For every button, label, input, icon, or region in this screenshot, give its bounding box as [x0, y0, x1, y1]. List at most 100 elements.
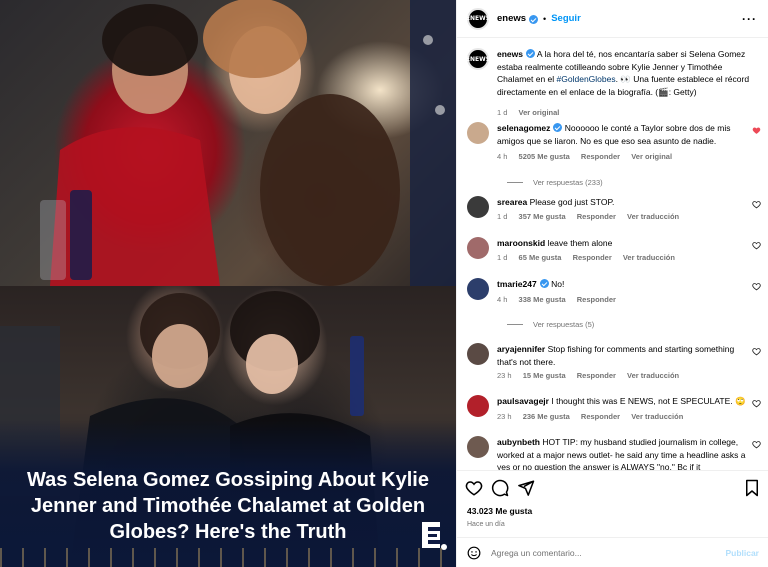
- post-media[interactable]: Was Selena Gomez Gossiping About Kylie J…: [0, 0, 456, 567]
- heart-filled-icon[interactable]: [752, 126, 761, 135]
- post-time: Hace un día: [467, 521, 505, 528]
- comment-username[interactable]: aubynbeth: [497, 437, 540, 447]
- likes-count[interactable]: 43.023 Me gusta: [467, 506, 532, 516]
- comment-likes[interactable]: 357 Me gusta: [519, 212, 566, 221]
- comment-likes[interactable]: 15 Me gusta: [523, 371, 566, 380]
- comment-avatar[interactable]: [467, 343, 489, 365]
- caption-avatar-text: ENEWS: [465, 55, 491, 63]
- comment-item: aryajennifer Stop fishing for comments a…: [467, 343, 763, 387]
- comment-time: 1 d: [497, 253, 508, 262]
- heart-outline-icon[interactable]: [752, 200, 761, 209]
- action-icons: [465, 479, 535, 497]
- see-translation-link[interactable]: Ver traducción: [623, 253, 675, 262]
- reply-button[interactable]: Responder: [581, 412, 620, 421]
- view-replies-label[interactable]: Ver respuestas (5): [533, 320, 594, 329]
- comment-meta: 23 h 15 Me gusta Responder Ver traducció…: [497, 371, 688, 380]
- heart-outline-icon[interactable]: [752, 347, 761, 356]
- view-replies[interactable]: Ver respuestas (233): [507, 178, 603, 187]
- comment-likes[interactable]: 5205 Me gusta: [519, 152, 570, 161]
- comment-meta: 1 d 65 Me gusta Responder Ver traducción: [497, 253, 684, 262]
- like-icon[interactable]: [465, 479, 483, 497]
- heart-outline-icon[interactable]: [752, 399, 761, 408]
- comment-time: 4 h: [497, 152, 508, 161]
- see-translation-link[interactable]: Ver traducción: [627, 371, 679, 380]
- comment-meta: 4 h 5205 Me gusta Responder Ver original: [497, 152, 681, 161]
- comment-item: aubynbeth HOT TIP: my husband studied jo…: [467, 436, 763, 470]
- comment-avatar[interactable]: [467, 278, 489, 300]
- caption-avatar[interactable]: ENEWS: [465, 48, 491, 70]
- comment-avatar[interactable]: [467, 237, 489, 259]
- comment-meta: 4 h 338 Me gusta Responder: [497, 295, 625, 304]
- comment-likes[interactable]: 236 Me gusta: [523, 412, 570, 421]
- comment-body: I thought this was E NEWS, not E SPECULA…: [551, 396, 746, 406]
- reply-button[interactable]: Responder: [581, 152, 620, 161]
- caption-username[interactable]: enews: [497, 49, 523, 59]
- share-icon[interactable]: [517, 479, 535, 497]
- post-header: ENEWS enews • Seguir ···: [457, 0, 768, 38]
- comments-list[interactable]: ENEWS enews A la hora del té, nos encant…: [457, 38, 768, 470]
- comment-text: srearea Please god just STOP.: [497, 196, 751, 209]
- comment-text: aubynbeth HOT TIP: my husband studied jo…: [497, 436, 751, 470]
- verified-icon: [539, 279, 549, 288]
- publish-button[interactable]: Publicar: [725, 548, 759, 558]
- comment-item: selenagomez Noooooo le conté a Taylor so…: [467, 122, 763, 204]
- comment-icon[interactable]: [491, 479, 509, 497]
- comment-likes[interactable]: 65 Me gusta: [519, 253, 562, 262]
- see-original-link[interactable]: Ver original: [631, 152, 672, 161]
- comment-text: tmarie247 No!: [497, 278, 751, 291]
- reply-button[interactable]: Responder: [577, 371, 616, 380]
- media-headline: Was Selena Gomez Gossiping About Kylie J…: [27, 469, 429, 543]
- comment-text: paulsavagejr I thought this was E NEWS, …: [497, 395, 751, 408]
- comment-avatar[interactable]: [467, 436, 489, 458]
- reply-button[interactable]: Responder: [577, 295, 616, 304]
- comment-body: No!: [551, 279, 565, 289]
- comment-username[interactable]: paulsavagejr: [497, 396, 549, 406]
- author-avatar[interactable]: ENEWS: [466, 7, 490, 30]
- comment-avatar[interactable]: [467, 196, 489, 218]
- see-translation-link[interactable]: Ver traducción: [627, 212, 679, 221]
- caption-meta: 1 d Ver original: [497, 108, 568, 117]
- photo-top: [0, 0, 456, 286]
- reply-button[interactable]: Responder: [573, 253, 612, 262]
- view-replies-label[interactable]: Ver respuestas (233): [533, 178, 603, 187]
- see-translation-link[interactable]: Ver traducción: [631, 412, 683, 421]
- photo-top-shapes: [40, 0, 456, 286]
- comment-time: 1 d: [497, 212, 508, 221]
- heart-outline-icon[interactable]: [752, 440, 761, 449]
- add-comment-bar: Agrega un comentario... Publicar: [457, 537, 768, 567]
- comment-text: aryajennifer Stop fishing for comments a…: [497, 343, 751, 368]
- caption-time: 1 d: [497, 108, 508, 117]
- comment-username[interactable]: tmarie247: [497, 279, 537, 289]
- comment-input[interactable]: Agrega un comentario...: [491, 548, 582, 558]
- verified-icon: [526, 49, 535, 58]
- comment-meta: 1 d 357 Me gusta Responder Ver traducció…: [497, 212, 688, 221]
- bookmark-icon[interactable]: [743, 479, 761, 497]
- verified-icon: [529, 15, 539, 24]
- comment-username[interactable]: aryajennifer: [497, 344, 545, 354]
- comment-text: selenagomez Noooooo le conté a Taylor so…: [497, 122, 751, 147]
- sparkle-border: [0, 548, 456, 567]
- comment-avatar[interactable]: [467, 395, 489, 417]
- post-actions: 43.023 Me gusta Hace un día Agrega un co…: [457, 470, 768, 567]
- comment-avatar[interactable]: [467, 122, 489, 144]
- comment-item: tmarie247 No! 4 h 338 Me gusta Responder…: [467, 278, 763, 334]
- more-icon[interactable]: ···: [742, 12, 757, 26]
- comment-username[interactable]: srearea: [497, 197, 527, 207]
- comment-body: leave them alone: [547, 238, 613, 248]
- author-username[interactable]: enews: [497, 13, 526, 24]
- dot-separator: •: [543, 13, 547, 24]
- comment-meta: 23 h 236 Me gusta Responder Ver traducci…: [497, 412, 692, 421]
- follow-button[interactable]: Seguir: [551, 13, 581, 24]
- comment-time: 23 h: [497, 412, 512, 421]
- verified-icon: [553, 123, 563, 132]
- emoji-icon[interactable]: [467, 546, 481, 560]
- heart-outline-icon[interactable]: [752, 282, 761, 291]
- comment-likes[interactable]: 338 Me gusta: [519, 295, 566, 304]
- hashtag-link[interactable]: #GoldenGlobes: [557, 74, 616, 84]
- comment-username[interactable]: maroonskid: [497, 238, 545, 248]
- heart-outline-icon[interactable]: [752, 241, 761, 250]
- see-original-link[interactable]: Ver original: [519, 108, 560, 117]
- view-replies[interactable]: Ver respuestas (5): [507, 320, 594, 329]
- reply-button[interactable]: Responder: [577, 212, 616, 221]
- comment-username[interactable]: selenagomez: [497, 123, 550, 133]
